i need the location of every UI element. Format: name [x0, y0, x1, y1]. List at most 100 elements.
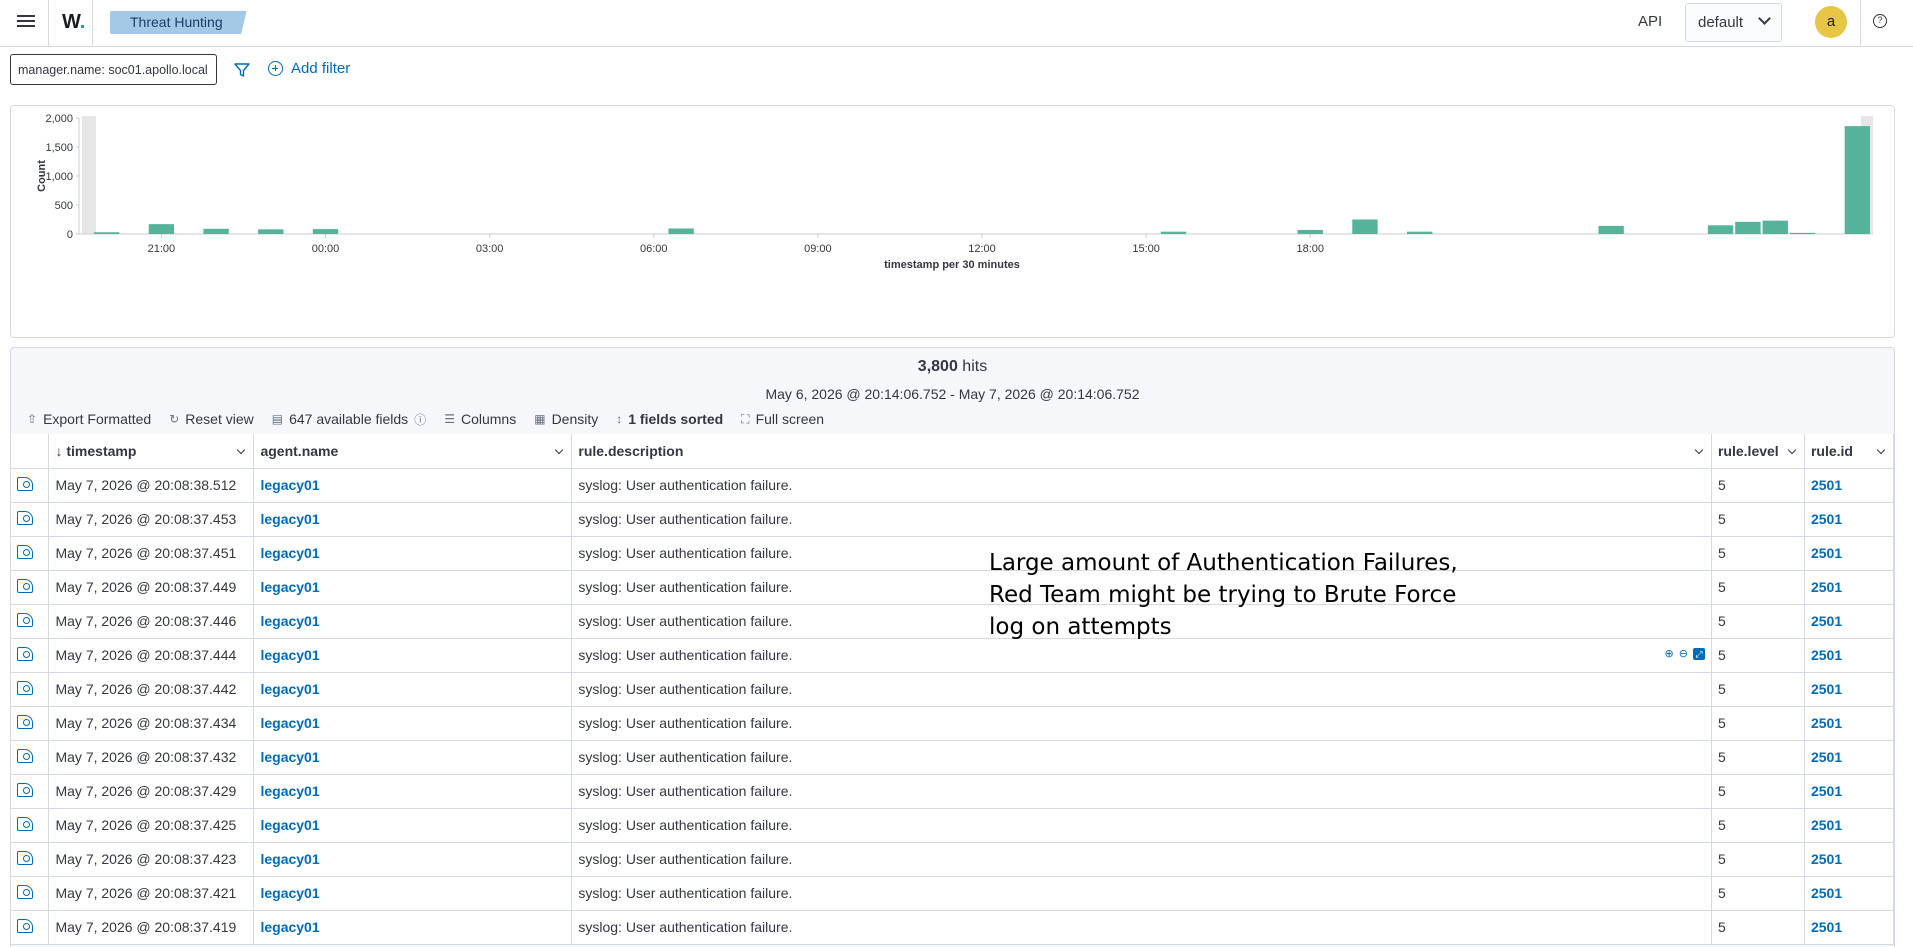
agent-name-cell[interactable]: legacy01 [253, 876, 573, 911]
histogram-bar[interactable] [312, 229, 339, 234]
table-row[interactable]: May 7, 2026 @ 20:08:37.421 legacy01 syslog… [11, 876, 1895, 911]
expand-cell[interactable] [11, 672, 50, 707]
expand-document-icon[interactable] [17, 476, 33, 491]
expand-cell[interactable] [11, 876, 50, 911]
rule-id-cell[interactable]: 2501 [1804, 808, 1895, 843]
rule-id-cell[interactable]: 2501 [1804, 706, 1895, 741]
agent-name-cell[interactable]: legacy01 [253, 570, 573, 605]
chevron-down-icon[interactable] [1694, 445, 1704, 455]
histogram-bar[interactable] [203, 228, 229, 234]
histogram-bar[interactable] [1735, 221, 1761, 234]
expand-cell[interactable] [11, 536, 50, 571]
table-row[interactable]: May 7, 2026 @ 20:08:37.432 legacy01 syslog… [11, 740, 1895, 775]
agent-name-cell[interactable]: legacy01 [253, 842, 573, 877]
agent-name-cell-value[interactable]: legacy01 [260, 783, 319, 799]
add-filter-button[interactable]: Add filter [268, 60, 350, 77]
agent-name-cell[interactable]: legacy01 [253, 604, 573, 639]
histogram-bar[interactable] [668, 228, 694, 234]
histogram-bar[interactable] [1352, 219, 1378, 235]
filter-for-value-icon[interactable]: ⊕ [1665, 647, 1674, 660]
agent-name-cell[interactable]: legacy01 [253, 468, 573, 503]
rule-id-cell[interactable]: 2501 [1804, 672, 1895, 707]
table-row[interactable]: May 7, 2026 @ 20:08:37.425 legacy01 syslog… [11, 808, 1895, 843]
histogram-bar[interactable] [1406, 231, 1433, 234]
expand-document-icon[interactable] [17, 850, 33, 865]
histogram-bar[interactable] [258, 229, 284, 234]
expand-document-icon[interactable] [17, 646, 33, 661]
rule-id-cell[interactable]: 2501 [1804, 502, 1895, 537]
histogram-bar[interactable] [94, 232, 120, 234]
agent-name-cell[interactable]: legacy01 [253, 808, 573, 843]
agent-name-cell[interactable]: legacy01 [253, 774, 573, 809]
help-icon[interactable]: ? [1873, 14, 1887, 28]
agent-name-cell-value[interactable]: legacy01 [260, 749, 319, 765]
columns-button[interactable]: ☰ Columns [444, 411, 516, 427]
table-row[interactable]: May 7, 2026 @ 20:08:37.449 legacy01 syslog… [11, 570, 1895, 605]
rule-id-cell-value[interactable]: 2501 [1811, 477, 1842, 493]
agent-name-cell[interactable]: legacy01 [253, 910, 573, 945]
agent-name-cell-value[interactable]: legacy01 [260, 715, 319, 731]
chevron-down-icon[interactable] [1876, 445, 1886, 455]
expand-cell[interactable] [11, 604, 50, 639]
density-button[interactable]: ▦ Density [534, 411, 598, 427]
api-link[interactable]: API [1638, 13, 1662, 30]
rule-id-cell-value[interactable]: 2501 [1811, 511, 1842, 527]
rule-id-cell-value[interactable]: 2501 [1811, 613, 1842, 629]
table-row[interactable]: May 7, 2026 @ 20:08:37.423 legacy01 syslog… [11, 842, 1895, 877]
expand-cell[interactable] [11, 468, 50, 503]
agent-name-cell-value[interactable]: legacy01 [260, 885, 319, 901]
histogram-bar[interactable] [1297, 229, 1323, 234]
chevron-down-icon[interactable] [1787, 445, 1797, 455]
agent-name-cell[interactable]: legacy01 [253, 740, 573, 775]
histogram-bar[interactable] [148, 224, 175, 234]
rule-id-cell-value[interactable]: 2501 [1811, 579, 1842, 595]
header-rule-description[interactable]: rule.description [571, 434, 1712, 469]
agent-name-cell-value[interactable]: legacy01 [260, 681, 319, 697]
agent-name-cell-value[interactable]: legacy01 [260, 851, 319, 867]
expand-cell[interactable] [11, 774, 50, 809]
rule-id-cell-value[interactable]: 2501 [1811, 545, 1842, 561]
app-logo[interactable]: W. [62, 11, 85, 34]
filter-funnel-icon[interactable] [233, 61, 251, 79]
agent-name-cell-value[interactable]: legacy01 [260, 919, 319, 935]
expand-document-icon[interactable] [17, 918, 33, 933]
rule-id-cell-value[interactable]: 2501 [1811, 783, 1842, 799]
expand-document-icon[interactable] [17, 748, 33, 763]
chevron-down-icon[interactable] [555, 445, 564, 455]
agent-name-cell[interactable]: legacy01 [253, 672, 573, 707]
breadcrumb-threat-hunting[interactable]: Threat Hunting [110, 11, 247, 34]
expand-document-icon[interactable] [17, 714, 33, 729]
rule-id-cell[interactable]: 2501 [1804, 774, 1895, 809]
table-row[interactable]: May 7, 2026 @ 20:08:37.429 legacy01 syslog… [11, 774, 1895, 809]
rule-id-cell[interactable]: 2501 [1804, 536, 1895, 571]
expand-document-icon[interactable] [17, 816, 33, 831]
histogram-bar[interactable] [1789, 232, 1816, 234]
agent-name-cell-value[interactable]: legacy01 [260, 647, 319, 663]
expand-cell[interactable] [11, 910, 50, 945]
tenant-selector[interactable]: default [1685, 3, 1782, 42]
filter-out-value-icon[interactable]: ⊖ [1679, 647, 1688, 660]
expand-cell[interactable] [11, 706, 50, 741]
rule-id-cell[interactable]: 2501 [1804, 604, 1895, 639]
histogram-bar[interactable] [1598, 225, 1624, 234]
rule-id-cell-value[interactable]: 2501 [1811, 681, 1842, 697]
expand-cell[interactable] [11, 842, 50, 877]
rule-id-cell-value[interactable]: 2501 [1811, 749, 1842, 765]
rule-id-cell-value[interactable]: 2501 [1811, 885, 1842, 901]
agent-name-cell[interactable]: legacy01 [253, 536, 573, 571]
rule-id-cell-value[interactable]: 2501 [1811, 919, 1842, 935]
table-row[interactable]: May 7, 2026 @ 20:08:37.442 legacy01 syslog… [11, 672, 1895, 707]
table-row[interactable]: May 7, 2026 @ 20:08:37.434 legacy01 syslog… [11, 706, 1895, 741]
chevron-down-icon[interactable] [237, 445, 246, 455]
header-agent-name[interactable]: agent.name [253, 434, 573, 469]
agent-name-cell-value[interactable]: legacy01 [260, 613, 319, 629]
histogram-bar[interactable] [1707, 225, 1734, 234]
expand-document-icon[interactable] [17, 544, 33, 559]
expand-cell-icon[interactable]: ⤢ [1692, 647, 1705, 660]
table-row[interactable]: May 7, 2026 @ 20:08:37.446 legacy01 syslog… [11, 604, 1895, 639]
histogram-bar[interactable] [1160, 231, 1187, 234]
rule-id-cell[interactable]: 2501 [1804, 740, 1895, 775]
table-row[interactable]: May 7, 2026 @ 20:08:37.451 legacy01 syslog… [11, 536, 1895, 571]
reset-view-button[interactable]: ↻ Reset view [169, 411, 254, 427]
agent-name-cell-value[interactable]: legacy01 [260, 511, 319, 527]
